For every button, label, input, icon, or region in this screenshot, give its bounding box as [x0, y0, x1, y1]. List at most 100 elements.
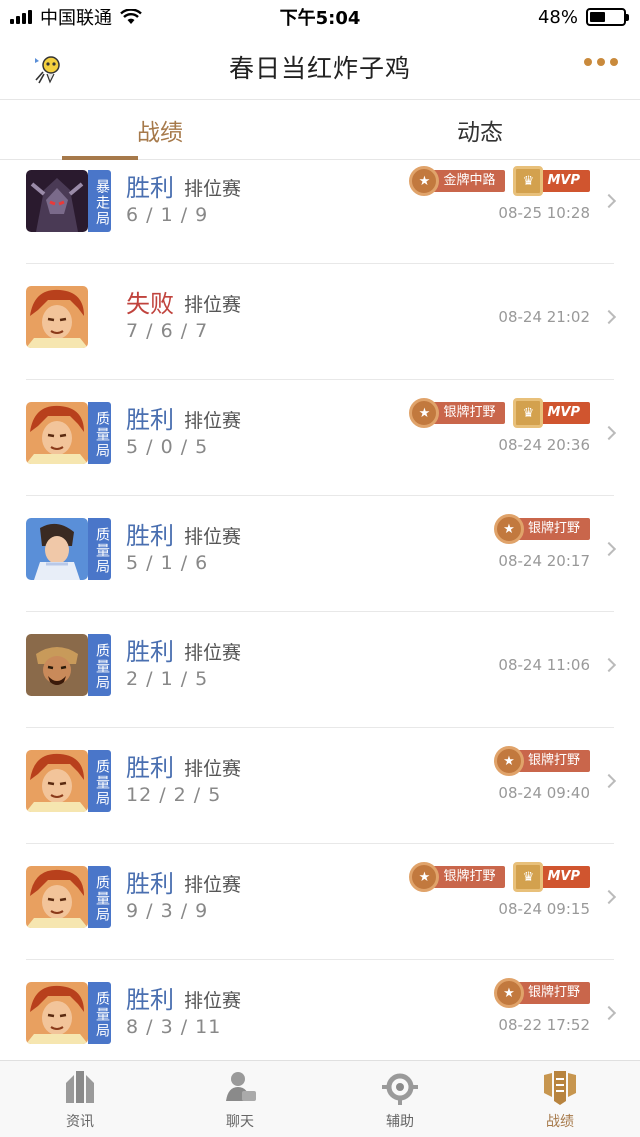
- match-tag-badge: 暴走局: [88, 170, 111, 232]
- mvp-badge: ♛ MVP: [513, 398, 590, 428]
- assist-icon: [382, 1073, 418, 1105]
- medal-icon: ★: [493, 978, 524, 1008]
- tabbar-item-chat[interactable]: 聊天: [160, 1061, 320, 1137]
- chat-icon: [226, 1072, 256, 1101]
- match-kda: 8 / 3 / 11: [126, 1016, 222, 1038]
- medal-icon: ★: [493, 746, 524, 776]
- match-kda: 5 / 0 / 5: [126, 436, 209, 458]
- match-row[interactable]: 质量局 胜利 排位赛 2 / 1 / 5 08-24 11:06: [0, 612, 640, 728]
- signal-icon: [10, 10, 32, 24]
- badge-label: 银牌打野: [515, 982, 590, 1004]
- badge-label: MVP: [535, 170, 590, 192]
- dark-knight-hero: [26, 170, 88, 232]
- match-time: 08-24 20:36: [498, 436, 590, 454]
- chevron-right-icon: [601, 541, 617, 557]
- warrior-hero: [26, 634, 88, 696]
- match-list[interactable]: 暴走局 胜利 排位赛 6 / 1 / 9 ★ 金牌中路 ♛ MVP 08-25 10:28 失败排…: [0, 160, 640, 1060]
- rank-badge: ★ 金牌中路: [409, 166, 506, 196]
- rank-badge: ★ 银牌打野: [493, 978, 590, 1008]
- trophy-icon: ♛: [513, 398, 544, 428]
- rank-badge: ★ 银牌打野: [493, 514, 590, 544]
- match-result: 胜利: [126, 406, 174, 434]
- chevron-right-icon: [601, 773, 617, 789]
- match-mode: 排位赛: [184, 178, 242, 200]
- chevron-right-icon: [601, 193, 617, 209]
- badge-group: ★ 银牌打野: [493, 746, 590, 776]
- mvp-badge: ♛ MVP: [513, 862, 590, 892]
- avatar-icon[interactable]: [30, 50, 66, 86]
- match-row[interactable]: 质量局 胜利 排位赛 5 / 0 / 5 ★ 银牌打野 ♛ MVP 08-24 20:36: [0, 380, 640, 496]
- tabbar-item-record[interactable]: 战绩: [480, 1061, 640, 1137]
- match-kda: 6 / 1 / 9: [126, 204, 209, 226]
- tabbar-label: 战绩: [546, 1114, 574, 1130]
- tabbar-label: 资讯: [66, 1114, 94, 1130]
- tabbar-label: 辅助: [386, 1114, 414, 1130]
- match-kda: 12 / 2 / 5: [126, 784, 222, 806]
- match-row[interactable]: 质量局 胜利 排位赛 9 / 3 / 9 ★ 银牌打野 ♛ MVP 08-24 09:15: [0, 844, 640, 960]
- red-hair-hero: [26, 286, 88, 348]
- match-tag-badge: 质量局: [88, 518, 111, 580]
- match-time: 08-24 11:06: [498, 656, 590, 674]
- badge-group: ★ 银牌打野 ♛ MVP: [409, 862, 590, 892]
- red-hair-hero: [26, 982, 88, 1044]
- match-mode: 排位赛: [184, 990, 242, 1012]
- chevron-right-icon: [601, 657, 617, 673]
- match-time: 08-24 09:40: [498, 784, 590, 802]
- badge-label: 银牌打野: [431, 402, 506, 424]
- tabbar-label: 聊天: [226, 1114, 254, 1130]
- match-result: 胜利: [126, 754, 174, 782]
- match-result: 胜利: [126, 638, 174, 666]
- status-right: 48%: [537, 6, 629, 28]
- rank-badge: ★ 银牌打野: [493, 746, 590, 776]
- trophy-icon: ♛: [513, 166, 544, 196]
- badge-label: 金牌中路: [431, 170, 506, 192]
- match-time: 08-24 09:15: [498, 900, 590, 918]
- status-bar: 中国联通 下午5:04 48%: [0, 0, 640, 34]
- battery-fill: [590, 12, 606, 22]
- match-mode: 排位赛: [184, 294, 242, 316]
- match-tag-badge: 质量局: [88, 402, 111, 464]
- status-left: 中国联通: [10, 4, 142, 30]
- medal-icon: ★: [493, 514, 524, 544]
- match-row[interactable]: 质量局 胜利 排位赛 12 / 2 / 5 ★ 银牌打野 08-24 09:40: [0, 728, 640, 844]
- match-tag-badge: 质量局: [88, 634, 111, 696]
- match-kda: 2 / 1 / 5: [126, 668, 209, 690]
- red-hair-hero: [26, 750, 88, 812]
- match-mode: 排位赛: [184, 526, 242, 548]
- match-time: 08-24 21:02: [498, 308, 590, 326]
- match-row[interactable]: 质量局 胜利 排位赛 5 / 1 / 6 ★ 银牌打野 08-24 20:17: [0, 496, 640, 612]
- match-kda: 7 / 6 / 7: [126, 320, 209, 342]
- news-icon: [66, 1071, 94, 1103]
- match-row[interactable]: 暴走局 胜利 排位赛 6 / 1 / 9 ★ 金牌中路 ♛ MVP 08-25 10:28: [0, 160, 640, 264]
- battery-percent: 48%: [537, 6, 578, 28]
- match-mode: 排位赛: [184, 642, 242, 664]
- tab-record[interactable]: 战绩: [0, 100, 320, 160]
- badge-group: ★ 银牌打野 ♛ MVP: [409, 398, 590, 428]
- match-mode: 排位赛: [184, 874, 242, 896]
- segment-tabs: 战绩 动态: [0, 100, 640, 160]
- match-time: 08-24 20:17: [498, 552, 590, 570]
- match-tag-badge: 质量局: [88, 982, 111, 1044]
- badge-group: ★ 金牌中路 ♛ MVP: [409, 166, 590, 196]
- carrier-label: 中国联通: [40, 8, 112, 29]
- chevron-right-icon: [601, 1005, 617, 1021]
- match-time: 08-22 17:52: [498, 1016, 590, 1034]
- badge-group: ★ 银牌打野: [493, 514, 590, 544]
- match-mode: 排位赛: [184, 758, 242, 780]
- match-row[interactable]: 质量局 胜利 排位赛 8 / 3 / 11 ★ 银牌打野 08-22 17:52: [0, 960, 640, 1060]
- chevron-right-icon: [601, 889, 617, 905]
- tabbar-item-assist[interactable]: 辅助: [320, 1061, 480, 1137]
- badge-label: MVP: [535, 866, 590, 888]
- wifi-icon: [120, 9, 142, 24]
- bottom-tab-bar: 资讯 聊天 辅助 战绩: [0, 1060, 640, 1137]
- match-result: 胜利: [126, 870, 174, 898]
- red-hair-hero: [26, 402, 88, 464]
- trophy-icon: ♛: [513, 862, 544, 892]
- match-kda: 5 / 1 / 6: [126, 552, 209, 574]
- more-icon[interactable]: [584, 58, 618, 66]
- rank-badge: ★ 银牌打野: [409, 862, 506, 892]
- match-row[interactable]: 失败 排位赛 7 / 6 / 7 08-24 21:02: [0, 264, 640, 380]
- tab-activity[interactable]: 动态: [320, 100, 640, 159]
- tabbar-item-news[interactable]: 资讯: [0, 1061, 160, 1137]
- match-tag-badge: 质量局: [88, 750, 111, 812]
